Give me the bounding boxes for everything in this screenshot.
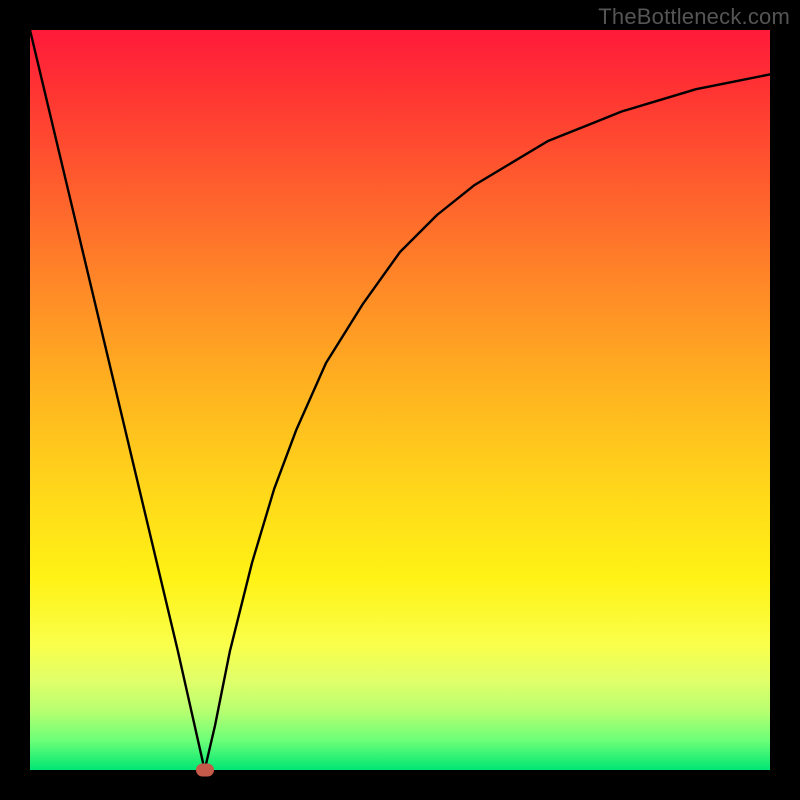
plot-area xyxy=(30,30,770,770)
bottleneck-curve-path xyxy=(30,30,770,770)
watermark-text: TheBottleneck.com xyxy=(598,4,790,30)
curve-svg xyxy=(30,30,770,770)
chart-frame: TheBottleneck.com xyxy=(0,0,800,800)
minimum-marker xyxy=(196,764,214,777)
